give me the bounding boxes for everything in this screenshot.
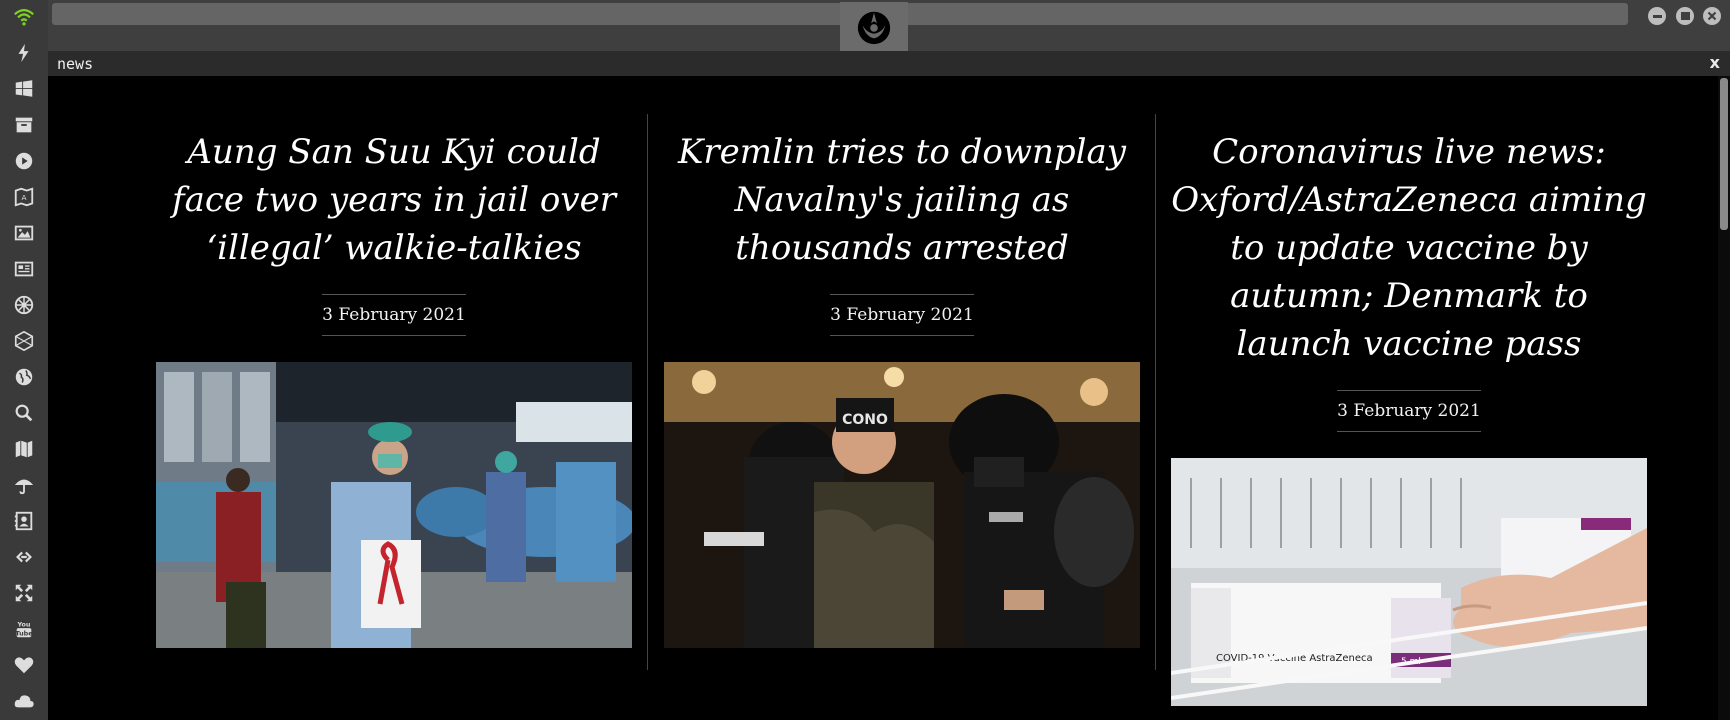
article-date: 3 February 2021 xyxy=(322,305,466,325)
svg-text:A: A xyxy=(21,193,26,202)
article-image-1[interactable] xyxy=(156,362,632,648)
empire-icon[interactable] xyxy=(0,290,48,320)
column-divider xyxy=(1155,114,1156,670)
news-article-2[interactable]: Kremlin tries to downplay Navalny's jail… xyxy=(664,76,1140,336)
link-icon[interactable] xyxy=(0,542,48,572)
article-headline[interactable]: Aung San Suu Kyi could face two years in… xyxy=(156,128,632,272)
umbrella-icon[interactable] xyxy=(0,470,48,500)
svg-text:You: You xyxy=(16,620,30,628)
article-date-block: 3 February 2021 xyxy=(830,294,974,336)
news-article-1[interactable]: Aung San Suu Kyi could face two years in… xyxy=(156,76,632,336)
youtube-icon[interactable]: You Tube xyxy=(0,614,48,644)
news-article-3[interactable]: Coronavirus live news: Oxford/AstraZenec… xyxy=(1171,76,1647,432)
cloud-icon[interactable] xyxy=(0,686,48,716)
rebel-alliance-icon xyxy=(857,11,891,45)
article-date: 3 February 2021 xyxy=(830,305,974,325)
article-date-block: 3 February 2021 xyxy=(1337,390,1481,432)
wifi-icon[interactable] xyxy=(0,2,48,32)
expand-icon[interactable] xyxy=(0,578,48,608)
newspaper-icon[interactable] xyxy=(0,254,48,284)
svg-text:Tube: Tube xyxy=(15,629,33,637)
contact-icon[interactable] xyxy=(0,506,48,536)
article-image-2[interactable]: CONO xyxy=(664,362,1140,648)
rebel-alliance-logo-tab[interactable] xyxy=(840,2,908,51)
maximize-icon[interactable] xyxy=(1676,7,1694,25)
article-headline[interactable]: Kremlin tries to downplay Navalny's jail… xyxy=(664,128,1140,272)
vertical-scrollbar[interactable] xyxy=(1718,76,1730,720)
svg-text:CONO: CONO xyxy=(842,412,888,428)
close-icon[interactable] xyxy=(1703,7,1721,25)
map-icon[interactable] xyxy=(0,434,48,464)
article-image-3[interactable]: COVID-19 Vaccine AstraZeneca 5 ml xyxy=(1171,458,1647,706)
minimize-icon[interactable] xyxy=(1648,7,1666,25)
lightning-icon[interactable] xyxy=(0,38,48,68)
scrollbar-thumb[interactable] xyxy=(1720,78,1728,230)
article-date: 3 February 2021 xyxy=(1337,401,1481,421)
column-divider xyxy=(647,114,648,670)
top-bar xyxy=(48,0,1730,51)
image-icon[interactable] xyxy=(0,218,48,248)
panel-title: news xyxy=(57,55,94,73)
map-book-icon[interactable]: A xyxy=(0,182,48,212)
panel-title-bar: news x xyxy=(48,51,1730,76)
article-date-block: 3 February 2021 xyxy=(322,294,466,336)
globe-icon[interactable] xyxy=(0,362,48,392)
hexagon-icon[interactable] xyxy=(0,326,48,356)
heart-icon[interactable] xyxy=(0,650,48,680)
app-dock: A You Tube xyxy=(0,0,48,720)
play-icon[interactable] xyxy=(0,146,48,176)
windows-icon[interactable] xyxy=(0,74,48,104)
search-icon[interactable] xyxy=(0,398,48,428)
panel-close-button[interactable]: x xyxy=(1710,53,1720,72)
article-headline[interactable]: Coronavirus live news: Oxford/AstraZenec… xyxy=(1171,128,1647,368)
archive-icon[interactable] xyxy=(0,110,48,140)
